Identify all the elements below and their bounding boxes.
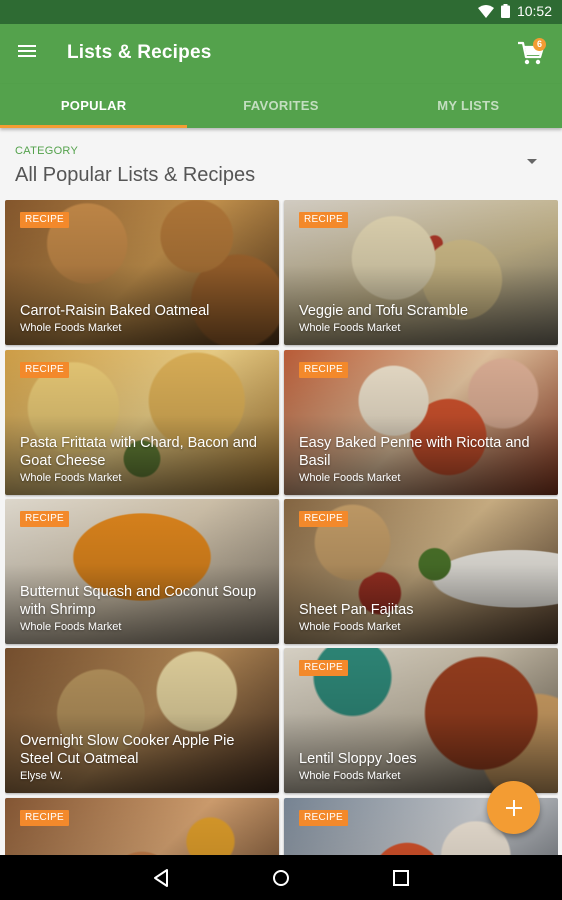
recipe-badge: RECIPE bbox=[20, 362, 70, 378]
recipe-title: Veggie and Tofu Scramble bbox=[299, 303, 469, 319]
recipe-source: Whole Foods Market bbox=[20, 472, 122, 484]
recipe-card[interactable]: RECIPE Pasta Frittata with Chard, Bacon … bbox=[5, 350, 279, 495]
recipe-badge: RECIPE bbox=[299, 810, 349, 826]
category-label: CATEGORY bbox=[15, 145, 79, 157]
recipe-source: Whole Foods Market bbox=[20, 322, 122, 334]
recipe-badge: RECIPE bbox=[20, 810, 70, 826]
app-title: Lists & Recipes bbox=[67, 42, 212, 63]
recipe-source: Whole Foods Market bbox=[299, 322, 401, 334]
recipe-title: Easy Baked Penne with Ricotta and Basil bbox=[299, 435, 530, 469]
recipe-badge: RECIPE bbox=[299, 511, 349, 527]
cart-count-badge: 6 bbox=[533, 38, 546, 51]
recipe-title: Lentil Sloppy Joes bbox=[299, 751, 417, 767]
recipe-card[interactable]: RECIPE Easy Baked Penne with Ricotta and… bbox=[284, 350, 558, 495]
menu-icon[interactable] bbox=[14, 42, 40, 66]
recipe-source: Whole Foods Market bbox=[299, 621, 401, 633]
recipe-badge: RECIPE bbox=[20, 212, 70, 228]
home-icon[interactable] bbox=[270, 867, 292, 889]
recipe-grid: RECIPE Carrot-Raisin Baked Oatmeal Whole… bbox=[5, 200, 558, 855]
recipe-card[interactable]: RECIPE Butternut Squash and Coconut Soup… bbox=[5, 499, 279, 644]
recipe-source: Whole Foods Market bbox=[20, 621, 122, 633]
chevron-down-icon bbox=[527, 159, 537, 164]
recipe-card[interactable]: RECIPE Lentil Sloppy Joes Whole Foods Ma… bbox=[284, 648, 558, 793]
tab-popular[interactable]: POPULAR bbox=[0, 84, 188, 128]
cart-icon bbox=[516, 41, 546, 72]
recipe-card[interactable]: RECIPE Sheet Pan Fajitas Whole Foods Mar… bbox=[284, 499, 558, 644]
recipe-source: Whole Foods Market bbox=[299, 472, 401, 484]
tab-favorites[interactable]: FAVORITES bbox=[187, 84, 374, 128]
status-bar: 10:52 bbox=[0, 0, 562, 24]
recipe-card[interactable]: RECIPE Carrot-Raisin Baked Oatmeal Whole… bbox=[5, 200, 279, 345]
category-value: All Popular Lists & Recipes bbox=[15, 164, 256, 186]
recipe-card[interactable]: Overnight Slow Cooker Apple Pie Steel Cu… bbox=[5, 648, 279, 793]
recipe-badge: RECIPE bbox=[20, 511, 70, 527]
recipe-badge: RECIPE bbox=[299, 660, 349, 676]
recipe-card[interactable]: RECIPE Veggie and Tofu Scramble Whole Fo… bbox=[284, 200, 558, 345]
recipe-title: Sheet Pan Fajitas bbox=[299, 602, 414, 618]
tab-my-lists[interactable]: MY LISTS bbox=[375, 84, 562, 128]
recipe-source: Elyse W. bbox=[20, 770, 63, 782]
cart-button[interactable]: 6 bbox=[516, 38, 548, 70]
tab-bar: POPULAR FAVORITES MY LISTS bbox=[0, 84, 562, 128]
recipe-title: Carrot-Raisin Baked Oatmeal bbox=[20, 303, 210, 319]
category-dropdown[interactable]: CATEGORY All Popular Lists & Recipes bbox=[0, 128, 562, 198]
recipe-badge: RECIPE bbox=[299, 212, 349, 228]
recipe-badge: RECIPE bbox=[299, 362, 349, 378]
recipe-title: Pasta Frittata with Chard, Bacon and Goa… bbox=[20, 435, 257, 469]
battery-icon bbox=[500, 4, 510, 18]
recents-icon[interactable] bbox=[390, 867, 412, 889]
system-nav-bar bbox=[0, 855, 562, 900]
back-icon[interactable] bbox=[150, 867, 172, 889]
wifi-icon bbox=[477, 4, 494, 18]
recipe-source: Whole Foods Market bbox=[299, 770, 401, 782]
recipe-title: Butternut Squash and Coconut Soup with S… bbox=[20, 584, 257, 618]
recipe-card[interactable]: RECIPE bbox=[5, 798, 279, 855]
clock-text: 10:52 bbox=[516, 3, 552, 19]
add-icon[interactable] bbox=[487, 781, 540, 834]
app-bar: Lists & Recipes 6 bbox=[0, 24, 562, 84]
recipe-title: Overnight Slow Cooker Apple Pie Steel Cu… bbox=[20, 733, 235, 767]
